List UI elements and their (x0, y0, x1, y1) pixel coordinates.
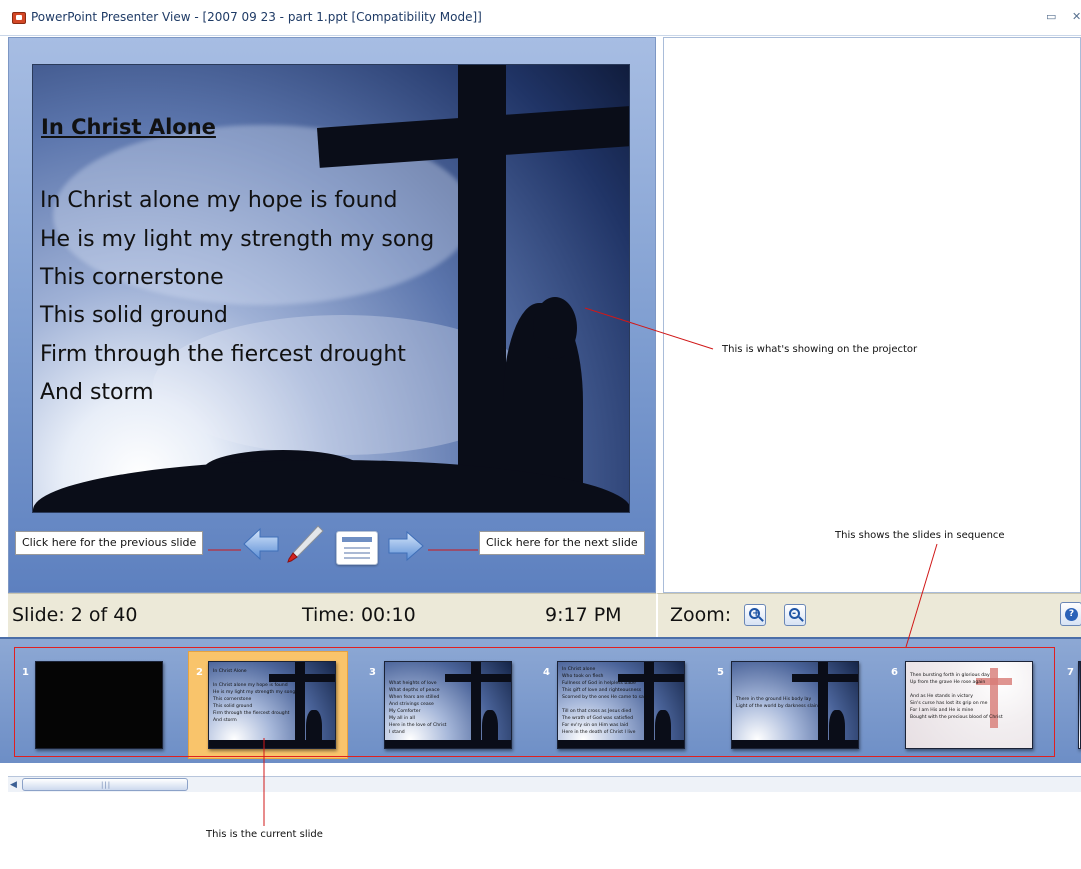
lyric-line: And storm (40, 380, 154, 405)
presenter-view-window: PowerPoint Presenter View - [2007 09 23 … (0, 0, 1081, 869)
projector-annotation: This is what's showing on the projector (722, 344, 918, 355)
notes-icon-line (344, 547, 370, 549)
right-arrow-icon[interactable] (387, 530, 425, 562)
lyric-line: This solid ground (40, 303, 228, 328)
slide-status-bar: Slide: 2 of 40 Time: 00:10 9:17 PM (8, 593, 656, 637)
sequence-annotation: This shows the slides in sequence (835, 530, 1005, 541)
help-icon: ? (1065, 608, 1078, 621)
zoom-out-button[interactable]: - (784, 604, 806, 626)
clock-time: 9:17 PM (545, 604, 622, 626)
plus-icon: + (752, 608, 761, 619)
thumbnail-number: 7 (1067, 667, 1074, 678)
notes-icon[interactable] (336, 531, 378, 565)
lyric-line: Firm through the fiercest drought (40, 342, 406, 367)
window-title: PowerPoint Presenter View - [2007 09 23 … (31, 10, 482, 24)
filmstrip-annotation-box (14, 647, 1055, 757)
notes-icon-bar (342, 537, 372, 542)
powerpoint-app-icon (12, 12, 26, 24)
grip-icon: ||| (101, 781, 112, 789)
filmstrip-scrollbar[interactable]: ◀ ||| (8, 776, 1081, 792)
pen-icon[interactable] (285, 523, 325, 565)
scroll-left-icon[interactable]: ◀ (10, 780, 17, 790)
cross-silhouette (458, 65, 506, 512)
help-button[interactable]: ? (1060, 602, 1081, 626)
title-bar: PowerPoint Presenter View - [2007 09 23 … (0, 0, 1081, 36)
elapsed-time: Time: 00:10 (302, 604, 416, 626)
lyric-line: He is my light my strength my song (40, 227, 435, 252)
minus-icon: - (792, 608, 797, 619)
slide-counter: Slide: 2 of 40 (12, 604, 138, 626)
next-slide-callout: Click here for the next slide (479, 531, 645, 555)
previous-slide-callout: Click here for the previous slide (15, 531, 204, 555)
person-silhouette (533, 297, 577, 359)
lyric-line: This cornerstone (40, 265, 224, 290)
zoom-label: Zoom: (670, 604, 732, 626)
zoom-out-icon-handle (798, 616, 804, 622)
restore-window-button[interactable]: ▭ (1046, 10, 1056, 23)
lyric-line: In Christ alone my hope is found (40, 188, 398, 213)
current-slide-annotation: This is the current slide (206, 829, 323, 840)
notes-icon-line (344, 552, 370, 554)
close-window-button[interactable]: ✕ (1072, 10, 1081, 23)
slide-title: In Christ Alone (41, 115, 216, 139)
current-slide-preview[interactable]: In Christ Alone In Christ alone my hope … (32, 64, 630, 513)
scrollbar-thumb[interactable]: ||| (22, 778, 188, 791)
zoom-status-bar: Zoom: + - ? (656, 593, 1081, 637)
current-slide-pane: In Christ Alone In Christ alone my hope … (8, 37, 656, 593)
notes-icon-line (344, 557, 370, 559)
zoom-in-button[interactable]: + (744, 604, 766, 626)
slide-filmstrip: 1 2 In Christ Alone In Christ alone my h… (0, 637, 1081, 763)
speaker-notes-pane[interactable] (663, 37, 1081, 593)
left-arrow-icon[interactable] (242, 527, 280, 561)
